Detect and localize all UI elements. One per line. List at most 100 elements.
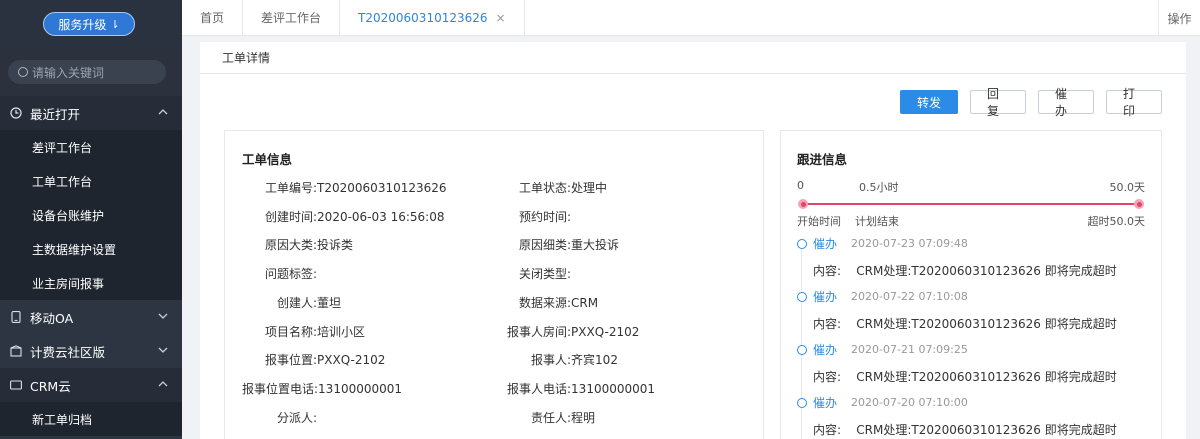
sidebar-item-archive[interactable]: 新工单归档 bbox=[0, 402, 182, 436]
menu-group-recent[interactable]: 最近打开 bbox=[0, 96, 182, 130]
label-plan-end: 计划结束 bbox=[855, 215, 899, 228]
timeline-type: 催办 bbox=[813, 396, 838, 410]
ops-menu[interactable]: 操作 bbox=[1158, 0, 1200, 36]
sidebar-item-work-order[interactable]: 工单工作台 bbox=[0, 164, 182, 198]
sidebar: 服务升级 ⇂ 请输入关键词 最近打开 差评工作台 工单工作台 设备台账维护 主数… bbox=[0, 0, 182, 439]
tab-work-order-detail[interactable]: T2020060310123626 × bbox=[340, 0, 525, 35]
close-icon[interactable]: × bbox=[496, 11, 506, 25]
sidebar-item-label: 工单工作台 bbox=[32, 174, 93, 189]
chevron-up-icon bbox=[158, 107, 170, 119]
field-close-type: 关闭类型: bbox=[519, 267, 572, 281]
timeline-type: 催办 bbox=[813, 290, 838, 304]
reply-button[interactable]: 回复 bbox=[970, 87, 1026, 118]
field-appointment: 预约时间: bbox=[519, 210, 572, 224]
field-reporter-room: 报事人房间:PXXQ-2102 bbox=[507, 325, 640, 339]
timeline-content: 内容: CRM处理:T2020060310123626 即将完成超时 bbox=[813, 370, 1117, 384]
follow-up-card: 跟进信息 0 0.5小时 50.0天 开始时间 计划结束 超时50.0天 催办 2… bbox=[780, 130, 1162, 439]
building-icon bbox=[10, 345, 22, 357]
sidebar-item-label: 设备台账维护 bbox=[32, 208, 105, 223]
submenu-recent: 差评工作台 工单工作台 设备台账维护 主数据维护设置 业主房间报事 bbox=[0, 130, 182, 300]
menu-group-crm[interactable]: CRM云 bbox=[0, 368, 182, 402]
progress-start-dot bbox=[798, 199, 808, 209]
timeline-node-icon bbox=[797, 344, 807, 355]
scale-start: 0 bbox=[797, 179, 804, 192]
timeline-node-icon bbox=[797, 291, 807, 302]
mobile-icon bbox=[10, 311, 22, 323]
action-toolbar: 转发 回复 催办 打印 bbox=[900, 87, 1162, 118]
sidebar-item-label: 业主房间报事 bbox=[32, 276, 105, 291]
timeline-node-icon bbox=[797, 238, 807, 249]
field-status: 工单状态:处理中 bbox=[519, 181, 608, 195]
field-creator: 创建人:董坦 bbox=[277, 296, 342, 310]
sidebar-item-master-data[interactable]: 主数据维护设置 bbox=[0, 232, 182, 266]
urge-button[interactable]: 催办 bbox=[1038, 87, 1094, 118]
page-title-text: 工单详情 bbox=[222, 51, 271, 65]
bolt-icon: ⇂ bbox=[110, 17, 120, 31]
field-dispatcher: 分派人: bbox=[277, 411, 318, 425]
field-issue-tag: 问题标签: bbox=[265, 267, 318, 281]
field-order-no: 工单编号:T2020060310123626 bbox=[265, 181, 447, 195]
field-reason-minor: 原因细类:重大投诉 bbox=[519, 238, 620, 252]
timeline-time: 2020-07-22 07:10:08 bbox=[851, 290, 968, 303]
tab-label: 差评工作台 bbox=[261, 11, 322, 25]
menu-group-label: CRM云 bbox=[30, 378, 71, 394]
tab-label: T2020060310123626 bbox=[358, 10, 488, 25]
upgrade-button[interactable]: 服务升级 ⇂ bbox=[43, 12, 135, 36]
upgrade-label: 服务升级 bbox=[58, 17, 107, 32]
chevron-up-icon bbox=[158, 379, 170, 391]
sidebar-item-label: 差评工作台 bbox=[32, 140, 93, 155]
scale-end: 50.0天 bbox=[1109, 181, 1146, 194]
field-location: 报事位置:PXXQ-2102 bbox=[265, 353, 386, 367]
field-responsible: 责任人:程明 bbox=[531, 411, 596, 425]
timeline-item: 催办 2020-07-23 07:09:48 内容: CRM处理:T2020060… bbox=[797, 235, 1147, 279]
timeline-time: 2020-07-20 07:10:00 bbox=[851, 396, 968, 409]
tab-bad-review[interactable]: 差评工作台 bbox=[243, 0, 341, 35]
menu-group-billing[interactable]: 计费云社区版 bbox=[0, 334, 182, 368]
field-reporter: 报事人:齐宾102 bbox=[531, 353, 618, 367]
menu-group-label: 计费云社区版 bbox=[30, 344, 106, 360]
timeline-content: 内容: CRM处理:T2020060310123626 即将完成超时 bbox=[813, 423, 1117, 437]
label-start-time: 开始时间 bbox=[797, 215, 841, 228]
timeline-item: 催办 2020-07-21 07:09:25 内容: CRM处理:T2020060… bbox=[797, 341, 1147, 385]
field-location-phone: 报事位置电话:13100000001 bbox=[242, 382, 403, 396]
submenu-crm: 新工单归档 bbox=[0, 402, 182, 436]
label-overtime: 超时50.0天 bbox=[1087, 215, 1146, 228]
timeline-item: 催办 2020-07-20 07:10:00 内容: CRM处理:T2020060… bbox=[797, 394, 1147, 438]
forward-button[interactable]: 转发 bbox=[900, 90, 958, 114]
field-created: 创建时间:2020-06-03 16:56:08 bbox=[265, 210, 445, 224]
timeline-type: 催办 bbox=[813, 343, 838, 357]
timeline-time: 2020-07-23 07:09:48 bbox=[851, 237, 968, 250]
tab-label: 首页 bbox=[200, 11, 225, 25]
crm-icon bbox=[10, 379, 22, 391]
field-project: 项目名称:培训小区 bbox=[265, 325, 366, 339]
print-button[interactable]: 打印 bbox=[1106, 87, 1162, 118]
chevron-down-icon bbox=[158, 345, 170, 357]
follow-card-title: 跟进信息 bbox=[797, 152, 848, 167]
timeline-type: 催办 bbox=[813, 237, 838, 251]
progress-track bbox=[803, 203, 1139, 205]
sidebar-item-label: 主数据维护设置 bbox=[32, 242, 117, 257]
progress-end-dot bbox=[1134, 199, 1144, 209]
chevron-down-icon bbox=[158, 311, 170, 323]
timeline-item: 催办 2020-07-22 07:10:08 内容: CRM处理:T2020060… bbox=[797, 288, 1147, 332]
timeline-content: 内容: CRM处理:T2020060310123626 即将完成超时 bbox=[813, 264, 1117, 278]
ops-label: 操作 bbox=[1167, 11, 1192, 26]
timeline-content: 内容: CRM处理:T2020060310123626 即将完成超时 bbox=[813, 317, 1117, 331]
sidebar-item-equipment[interactable]: 设备台账维护 bbox=[0, 198, 182, 232]
timeline-time: 2020-07-21 07:09:25 bbox=[851, 343, 968, 356]
main-panel: 工单详情 转发 回复 催办 打印 工单信息 工单编号:T202006031012… bbox=[200, 42, 1186, 439]
menu-group-label: 移动OA bbox=[30, 310, 74, 326]
search-icon bbox=[18, 67, 28, 77]
page-title: 工单详情 bbox=[200, 42, 1186, 74]
sidebar-item-bad-review[interactable]: 差评工作台 bbox=[0, 130, 182, 164]
field-reporter-phone: 报事人电话:13100000001 bbox=[507, 382, 656, 396]
clock-icon bbox=[10, 107, 22, 119]
sidebar-item-owner-report[interactable]: 业主房间报事 bbox=[0, 266, 182, 300]
tab-home[interactable]: 首页 bbox=[182, 0, 244, 35]
search-input[interactable]: 请输入关键词 bbox=[8, 60, 166, 84]
timeline-node-icon bbox=[797, 397, 807, 408]
work-order-info-card: 工单信息 工单编号:T2020060310123626 工单状态:处理中 创建时… bbox=[224, 130, 764, 439]
menu-group-mobile-oa[interactable]: 移动OA bbox=[0, 300, 182, 334]
field-reason-major: 原因大类:投诉类 bbox=[265, 238, 354, 252]
info-card-title: 工单信息 bbox=[242, 152, 293, 167]
